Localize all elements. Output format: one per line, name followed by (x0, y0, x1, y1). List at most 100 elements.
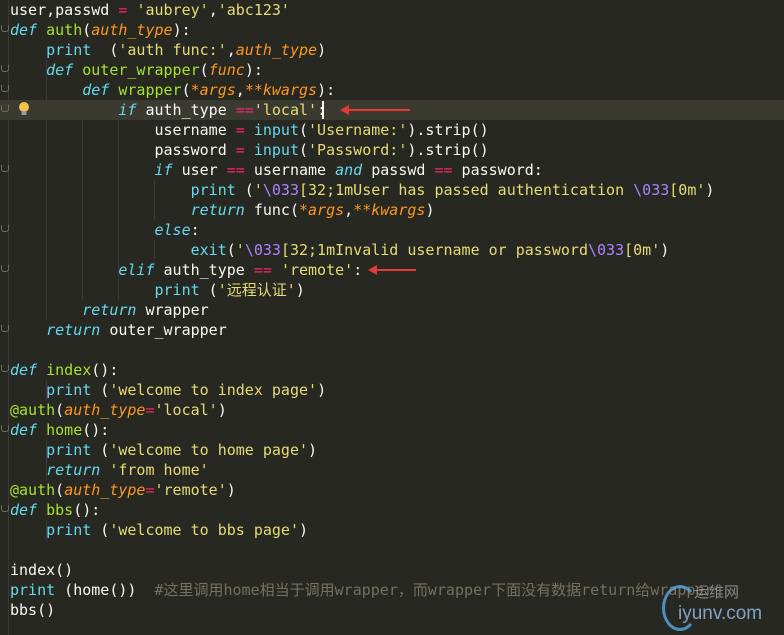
fold-marker-icon[interactable] (1, 225, 9, 232)
code-token: ( (299, 121, 309, 139)
fold-marker-icon[interactable] (1, 325, 9, 332)
code-token: 'local' (154, 401, 218, 419)
fold-marker-icon[interactable] (1, 85, 9, 92)
code-token: return (82, 301, 137, 319)
code-line[interactable]: else: (0, 220, 784, 240)
code-token: ( (181, 81, 191, 99)
code-line-text: return wrapper (10, 300, 209, 320)
code-line[interactable]: @auth(auth_type='local') (0, 400, 784, 420)
fold-marker-icon[interactable] (1, 165, 9, 172)
code-token: print (46, 441, 92, 459)
code-line[interactable]: def index(): (0, 360, 784, 380)
code-line[interactable]: exit('\033[32;1mInvalid username or pass… (0, 240, 784, 260)
code-token: user (172, 161, 227, 179)
code-token: ) (217, 401, 227, 419)
code-line[interactable]: def home(): (0, 420, 784, 440)
code-token: 'Username:' (308, 121, 408, 139)
code-line[interactable] (0, 540, 784, 560)
code-line[interactable]: def outer_wrapper(func): (0, 60, 784, 80)
fold-marker-icon[interactable] (1, 25, 9, 32)
code-line[interactable]: return func(*args,**kwargs) (0, 200, 784, 220)
fold-marker-icon[interactable] (1, 365, 9, 372)
code-token: auth_type (235, 41, 318, 59)
code-line-text: def auth(auth_type): (10, 20, 191, 40)
fold-marker-icon[interactable] (1, 505, 9, 512)
code-token: ) (317, 381, 327, 399)
code-token: auth (46, 21, 83, 39)
code-token: index() (10, 561, 74, 579)
code-line[interactable]: return outer_wrapper (0, 320, 784, 340)
code-line[interactable]: index() (0, 560, 784, 580)
code-token: ( (55, 401, 65, 419)
code-line[interactable]: username = input('Username:').strip() (0, 120, 784, 140)
fold-marker-icon[interactable] (1, 105, 9, 112)
code-line[interactable]: def auth(auth_type): (0, 20, 784, 40)
code-token: elif (118, 261, 155, 279)
code-token: ( (199, 61, 209, 79)
code-token: , (344, 201, 354, 219)
code-token: ) (317, 41, 327, 59)
code-token: auth_type (64, 481, 146, 499)
code-token: wrapper (136, 301, 209, 319)
code-line[interactable]: if user == username and passwd == passwo… (0, 160, 784, 180)
code-line-text: else: (10, 220, 200, 240)
code-line[interactable]: user,passwd = 'aubrey','abc123' (0, 0, 784, 20)
code-line[interactable]: password = input('Password:').strip() (0, 140, 784, 160)
code-line[interactable]: def bbs(): (0, 500, 784, 520)
code-token: @auth (10, 401, 56, 419)
fold-marker-icon[interactable] (1, 65, 9, 72)
code-token: if (118, 101, 137, 119)
code-line[interactable]: return wrapper (0, 300, 784, 320)
code-token: home (46, 421, 83, 439)
code-line[interactable]: print ('auth func:',auth_type) (0, 40, 784, 60)
code-token: ) (308, 441, 318, 459)
code-token: def (46, 61, 74, 79)
code-token: == (226, 161, 245, 179)
code-token: [0m' (624, 241, 661, 259)
code-line[interactable]: print ('welcome to bbs page') (0, 520, 784, 540)
code-line-text: def index(): (10, 360, 118, 380)
code-token: username (244, 161, 336, 179)
code-token: passwd (362, 161, 435, 179)
text-cursor (322, 101, 324, 119)
code-line-text: @auth(auth_type='local') (10, 400, 227, 420)
code-line[interactable]: print ('远程认证') (0, 280, 784, 300)
fold-marker-icon[interactable] (1, 265, 9, 272)
code-token: \033 (262, 181, 299, 199)
code-token: : (353, 261, 363, 279)
code-token: ): (317, 81, 336, 99)
code-line-text: return outer_wrapper (10, 320, 227, 340)
code-line-text: return 'from home' (10, 460, 209, 480)
code-editor[interactable]: user,passwd = 'aubrey','abc123' def auth(… (0, 0, 784, 635)
fold-marker-icon[interactable] (1, 425, 9, 432)
code-token: print (10, 581, 56, 599)
code-token: 'abc123' (217, 1, 290, 19)
annotation-arrow-local (340, 105, 410, 115)
code-token: = (235, 121, 245, 139)
code-line[interactable]: print ('\033[32;1mUser has passed authen… (0, 180, 784, 200)
code-token: \033 (244, 241, 281, 259)
watermark-text: 运维网 (694, 583, 740, 601)
code-token: ) (299, 521, 309, 539)
code-line[interactable]: @auth(auth_type='remote') (0, 480, 784, 500)
lightbulb-icon[interactable] (17, 101, 31, 117)
code-line-text: if user == username and passwd == passwo… (10, 160, 543, 180)
code-line-text: bbs() (10, 600, 55, 620)
code-line[interactable]: print ('welcome to index page') (0, 380, 784, 400)
code-token: [32;1mUser has passed authentication (299, 181, 634, 199)
code-token: func (208, 61, 245, 79)
code-line[interactable]: return 'from home' (0, 460, 784, 480)
code-line[interactable]: def wrapper(*args,**kwargs): (0, 80, 784, 100)
code-line[interactable] (0, 340, 784, 360)
code-token: ' (235, 241, 245, 259)
code-line[interactable]: print ('welcome to home page') (0, 440, 784, 460)
code-token: return (190, 201, 245, 219)
code-token: 'remote' (154, 481, 227, 499)
